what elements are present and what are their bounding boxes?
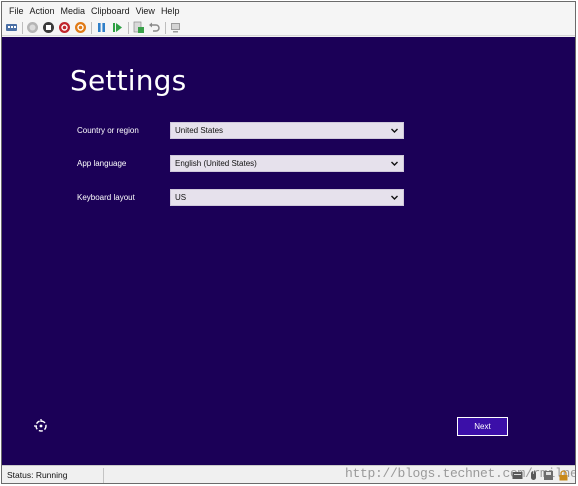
status-separator xyxy=(103,468,104,483)
toolbar xyxy=(2,20,575,36)
power-icon[interactable] xyxy=(74,21,87,34)
app-language-row: App language English (United States) xyxy=(77,155,407,172)
menu-action[interactable]: Action xyxy=(27,2,58,20)
keyboard-layout-row: Keyboard layout US xyxy=(77,189,407,206)
page-title: Settings xyxy=(70,64,187,97)
status-bar: Status: Running http://blogs.technet.com… xyxy=(2,465,576,483)
chevron-down-icon xyxy=(391,161,398,166)
country-value: United States xyxy=(175,126,224,135)
vm-connection-window: File Action Media Clipboard View Help Se… xyxy=(1,1,576,484)
lock-icon[interactable] xyxy=(558,470,569,481)
resume-icon[interactable] xyxy=(111,21,124,34)
mouse-tray-icon[interactable] xyxy=(528,470,539,481)
ctrl-alt-del-icon[interactable] xyxy=(5,21,18,34)
pause-icon[interactable] xyxy=(95,21,108,34)
toolbar-separator xyxy=(128,21,129,34)
keyboard-layout-value: US xyxy=(175,193,187,202)
status-text: Status: Running xyxy=(7,470,68,480)
chevron-down-icon xyxy=(391,128,398,133)
menu-clipboard[interactable]: Clipboard xyxy=(88,2,133,20)
turn-off-icon[interactable] xyxy=(42,21,55,34)
country-select[interactable]: United States xyxy=(170,122,404,139)
checkpoint-icon[interactable] xyxy=(132,21,145,34)
keyboard-tray-icon[interactable] xyxy=(512,470,523,481)
save-state-tray-icon[interactable] xyxy=(543,470,554,481)
chevron-down-icon xyxy=(391,195,398,200)
menu-bar: File Action Media Clipboard View Help xyxy=(2,2,575,20)
next-button[interactable]: Next xyxy=(457,417,508,436)
app-language-value: English (United States) xyxy=(175,159,257,168)
ease-of-access-icon[interactable] xyxy=(33,418,49,434)
watermark-url: http://blogs.technet.com/rmilne xyxy=(345,466,576,481)
toolbar-separator xyxy=(165,21,166,34)
app-language-label: App language xyxy=(77,159,127,168)
vm-screen[interactable]: Settings Country or region United States… xyxy=(2,37,575,465)
country-row: Country or region United States xyxy=(77,122,407,139)
keyboard-layout-label: Keyboard layout xyxy=(77,193,135,202)
menu-view[interactable]: View xyxy=(133,2,158,20)
keyboard-layout-select[interactable]: US xyxy=(170,189,404,206)
country-label: Country or region xyxy=(77,126,139,135)
revert-icon[interactable] xyxy=(148,21,161,34)
app-language-select[interactable]: English (United States) xyxy=(170,155,404,172)
start-icon[interactable] xyxy=(26,21,39,34)
enhanced-session-icon[interactable] xyxy=(169,21,182,34)
menu-help[interactable]: Help xyxy=(158,2,183,20)
shut-down-icon[interactable] xyxy=(58,21,71,34)
menu-file[interactable]: File xyxy=(6,2,27,20)
menu-media[interactable]: Media xyxy=(58,2,89,20)
toolbar-separator xyxy=(91,21,92,34)
toolbar-separator xyxy=(22,21,23,34)
